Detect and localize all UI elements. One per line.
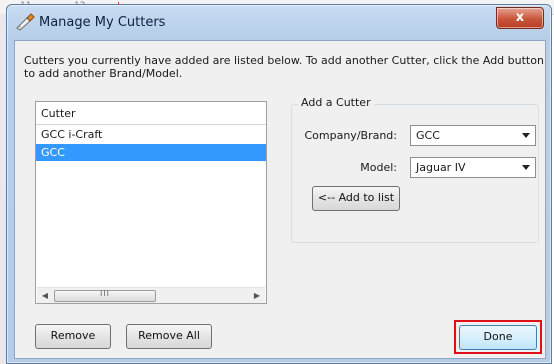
- chevron-down-icon: [522, 165, 530, 170]
- instructions-text: Cutters you currently have added are lis…: [24, 54, 544, 80]
- model-label: Model:: [360, 161, 397, 174]
- close-icon: x: [515, 10, 525, 25]
- list-item-label: GCC: [41, 146, 65, 159]
- scrollbar-thumb[interactable]: III: [54, 289, 156, 302]
- list-header-label: Cutter: [41, 107, 76, 120]
- title-bar[interactable]: Manage My Cutters x: [7, 5, 551, 39]
- manage-cutters-dialog: Manage My Cutters x Cutters you currentl…: [6, 4, 552, 364]
- list-item-label: GCC i-Craft: [41, 128, 103, 141]
- cutter-knife-icon: [16, 13, 35, 31]
- model-value: Jaguar IV: [416, 161, 466, 174]
- remove-all-button[interactable]: Remove All: [126, 324, 212, 349]
- company-brand-label: Company/Brand:: [304, 129, 397, 142]
- scrollbar-grip: III: [99, 289, 111, 298]
- cutter-list[interactable]: Cutter GCC i-Craft GCC ◀ III ▶: [35, 101, 267, 304]
- scroll-left-arrow-icon[interactable]: ◀: [37, 288, 53, 303]
- company-brand-value: GCC: [416, 129, 440, 142]
- remove-button[interactable]: Remove: [35, 324, 111, 349]
- horizontal-scrollbar[interactable]: ◀ III ▶: [37, 287, 265, 303]
- dialog-client-area: Cutters you currently have added are lis…: [14, 40, 546, 359]
- company-brand-select[interactable]: GCC: [410, 125, 536, 146]
- group-title: Add a Cutter: [298, 96, 374, 109]
- model-select[interactable]: Jaguar IV: [410, 157, 536, 178]
- dialog-title: Manage My Cutters: [39, 15, 166, 30]
- scroll-right-arrow-icon[interactable]: ▶: [249, 288, 265, 303]
- list-column-header[interactable]: Cutter: [36, 102, 266, 125]
- chevron-down-icon: [522, 133, 530, 138]
- list-item[interactable]: GCC i-Craft: [36, 126, 266, 143]
- close-button[interactable]: x: [496, 7, 544, 29]
- list-item-selected[interactable]: GCC: [36, 144, 266, 161]
- done-button[interactable]: Done: [459, 325, 537, 350]
- add-to-list-button[interactable]: <-- Add to list: [312, 186, 400, 211]
